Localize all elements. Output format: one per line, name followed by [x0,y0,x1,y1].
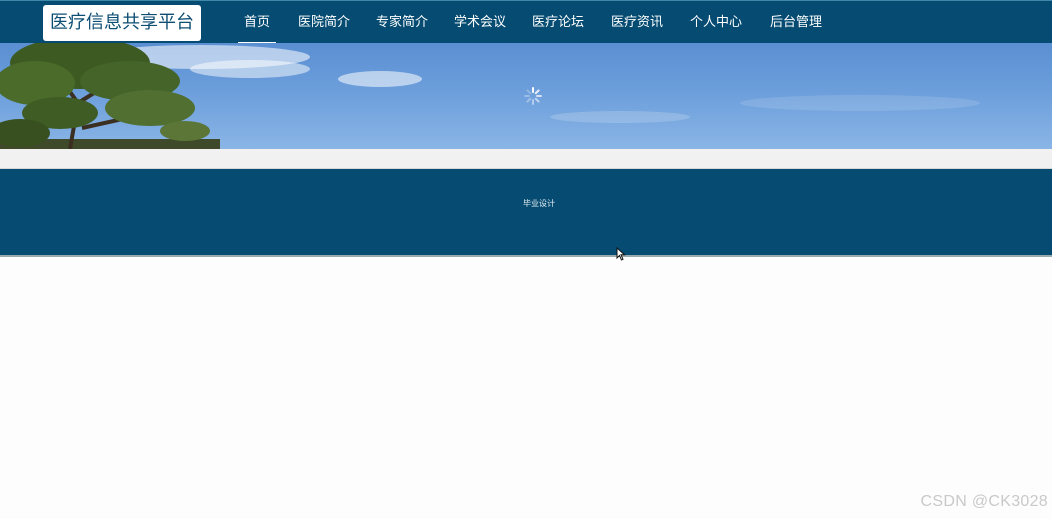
footer-text: 毕业设计 [523,199,555,208]
site-footer: 毕业设计 [0,169,1052,257]
nav-item-admin[interactable]: 后台管理 [770,1,822,44]
top-navigation-bar: 医疗信息共享平台 首页 医院简介 专家简介 学术会议 医疗论坛 医疗资讯 个人中… [0,0,1052,44]
nav-item-academic-conference[interactable]: 学术会议 [454,1,506,44]
nav-item-expert-intro[interactable]: 专家简介 [376,1,428,44]
nav-item-home[interactable]: 首页 [237,1,277,44]
site-logo[interactable]: 医疗信息共享平台 [43,5,201,41]
watermark: CSDN @CK3028 [920,493,1048,510]
page: 医疗信息共享平台 首页 医院简介 专家简介 学术会议 医疗论坛 医疗资讯 个人中… [0,0,1052,519]
nav-item-medical-news[interactable]: 医疗资讯 [611,1,663,44]
nav-item-personal-center[interactable]: 个人中心 [690,1,742,44]
banner-landscape-image [0,43,980,149]
mouse-pointer-icon [616,247,626,261]
hero-banner[interactable] [0,43,1052,149]
nav-item-hospital-intro[interactable]: 医院简介 [298,1,350,44]
loading-spinner-icon [524,87,542,105]
section-divider [0,149,1052,169]
nav-item-medical-forum[interactable]: 医疗论坛 [532,1,584,44]
